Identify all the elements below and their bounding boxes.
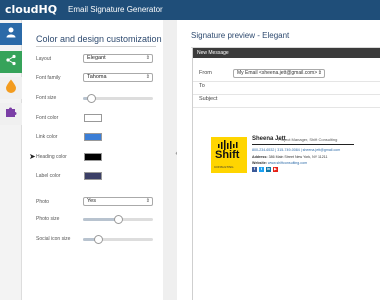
link-color-swatch[interactable]: [84, 133, 102, 141]
website-link[interactable]: www.shiftconsulting.com: [268, 161, 307, 165]
panel-splitter[interactable]: [163, 20, 177, 300]
layout-value: Elegant: [87, 55, 106, 61]
app: cloudHQ Email Signature Generator Color …: [0, 0, 380, 300]
social-icon-size-label: Social icon size: [36, 236, 71, 242]
slider-handle[interactable]: [87, 94, 97, 103]
divider: [193, 94, 380, 95]
share-icon: [5, 53, 17, 71]
layout-select[interactable]: Elegant ⇕: [83, 54, 153, 63]
mouse-pointer-icon: ➤: [29, 152, 36, 161]
social-icon-size-slider[interactable]: [83, 235, 153, 244]
app-title: Email Signature Generator: [68, 5, 163, 14]
font-family-value: Tahoma: [87, 74, 107, 80]
from-select[interactable]: My Email <sheena.jett@gmail.com> ⇕: [233, 69, 325, 78]
droplet-icon: [5, 79, 17, 98]
preview-panel: Signature preview - Elegant New Message …: [177, 20, 380, 300]
font-color-swatch[interactable]: [84, 114, 102, 122]
sidebar-rail: [0, 20, 22, 300]
signature-photo: Shift CONSULTING: [211, 137, 247, 173]
photo-select[interactable]: Yes ⇕: [83, 197, 153, 206]
puzzle-icon: [5, 105, 17, 123]
website-label: Website:: [252, 161, 267, 165]
rail-apps-button[interactable]: [0, 103, 22, 125]
slider-handle[interactable]: [94, 235, 104, 244]
font-family-label: Font family: [36, 75, 61, 81]
photo-size-slider[interactable]: [83, 215, 153, 224]
message-window: New Message From My Email <sheena.jett@g…: [192, 48, 380, 300]
to-label: To: [199, 83, 205, 89]
address-label: Address:: [252, 155, 268, 159]
font-color-label: Font color: [36, 115, 59, 121]
signature-address: Address: 386 Main Street New York, NY 11…: [252, 155, 328, 159]
divider: [193, 81, 380, 82]
customization-panel: Color and design customization Layout El…: [22, 20, 163, 300]
preview-title: Signature preview - Elegant: [191, 31, 290, 40]
rail-user-button[interactable]: [0, 23, 22, 45]
signature-website: Website: www.shiftconsulting.com: [252, 161, 307, 165]
facebook-icon[interactable]: f: [252, 167, 257, 172]
top-bar: cloudHQ Email Signature Generator: [0, 0, 380, 20]
linkedin-icon[interactable]: in: [266, 167, 271, 172]
photo-label: Photo: [36, 199, 50, 205]
message-header: New Message: [193, 48, 380, 58]
logo-subtitle: CONSULTING: [214, 165, 234, 169]
label-color-label: Label color: [36, 173, 61, 179]
cloudhq-logo[interactable]: cloudHQ: [5, 3, 57, 16]
slider-handle[interactable]: [114, 215, 123, 224]
select-arrows-icon: ⇕: [145, 74, 150, 80]
label-color-swatch[interactable]: [84, 172, 102, 180]
rail-design-button[interactable]: [0, 77, 22, 99]
layout-label: Layout: [36, 56, 52, 62]
select-arrows-icon: ⇕: [145, 55, 150, 61]
font-family-select[interactable]: Tahoma ⇕: [83, 73, 153, 82]
from-label: From: [199, 70, 212, 76]
signature-role: Project Manager, Shift Consulting: [278, 137, 338, 142]
social-icons: f t in ▶: [252, 167, 278, 173]
heading-color-label: Heading color: [36, 154, 67, 160]
select-arrows-icon: ⇕: [317, 70, 322, 76]
from-value: My Email <sheena.jett@gmail.com>: [237, 70, 318, 76]
panel-title: Color and design customization: [36, 34, 162, 44]
email-signature: Shift CONSULTING Sheena Jett Project Man…: [211, 136, 380, 197]
address-value: 386 Main Street New York, NY 11211: [268, 155, 328, 159]
rail-share-button[interactable]: [0, 51, 22, 73]
youtube-icon[interactable]: ▶: [273, 167, 278, 172]
font-size-slider[interactable]: [83, 94, 153, 103]
select-arrows-icon: ⇕: [145, 198, 150, 204]
photo-value: Yes: [87, 198, 96, 204]
logo-word: Shift: [215, 149, 240, 161]
font-size-label: Font size: [36, 95, 57, 101]
divider: [252, 144, 354, 145]
subject-label: Subject: [199, 96, 218, 102]
divider: [193, 107, 380, 108]
divider: [36, 46, 156, 47]
signature-contact[interactable]: 800-234-6532 | 315-749-0084 | sheena.jet…: [252, 148, 340, 152]
slider-fill: [83, 218, 118, 221]
heading-color-swatch[interactable]: [84, 153, 102, 161]
photo-size-label: Photo size: [36, 216, 60, 222]
twitter-icon[interactable]: t: [259, 167, 264, 172]
link-color-label: Link color: [36, 134, 58, 140]
user-icon: [5, 25, 17, 43]
